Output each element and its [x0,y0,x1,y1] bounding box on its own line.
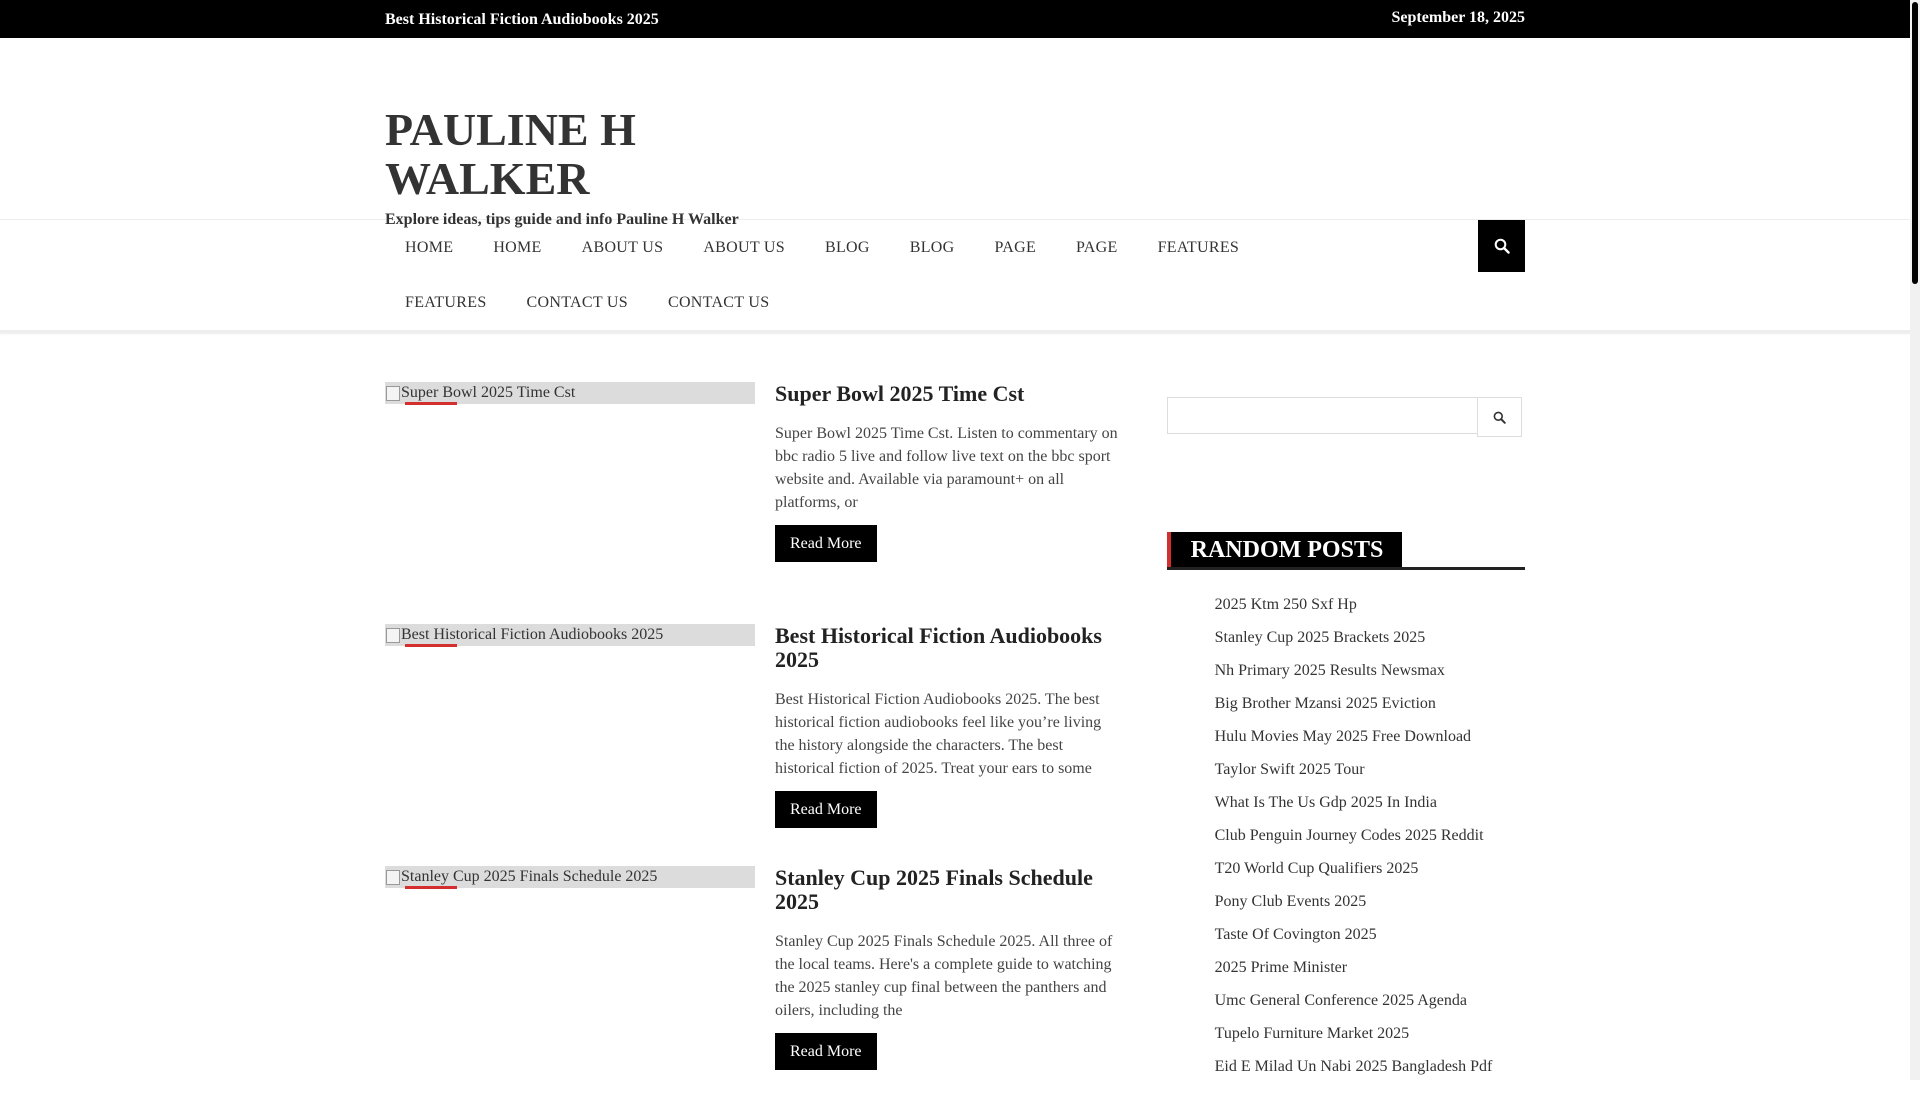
post-list: Super Bowl 2025 Time Cst Super Bowl 2025… [385,382,1125,1108]
post-body: Best Historical Fiction Audiobooks 2025 … [775,624,1118,834]
post-thumbnail[interactable]: Best Historical Fiction Audiobooks 2025 [385,624,755,647]
post-excerpt: Super Bowl 2025 Time Cst. Listen to comm… [775,425,1118,511]
nav-item-blog[interactable]: BLOG [890,220,975,275]
nav-search-button[interactable] [1478,220,1525,272]
post-title[interactable]: Super Bowl 2025 Time Cst [775,382,1118,406]
random-post-link[interactable]: 2025 Prime Minister [1215,955,1525,988]
post-excerpt: Stanley Cup 2025 Finals Schedule 2025. A… [775,933,1113,1019]
nav-item-about-us[interactable]: ABOUT US [683,220,805,275]
post-item: Stanley Cup 2025 Finals Schedule 2025 St… [385,866,1125,1076]
random-post-link[interactable]: What Is The Us Gdp 2025 In India [1215,790,1525,823]
nav-item-features[interactable]: FEATURES [385,275,507,330]
main-content: Super Bowl 2025 Time Cst Super Bowl 2025… [385,382,1525,1108]
nav-item-blog[interactable]: BLOG [805,220,890,275]
read-more-button[interactable]: Read More [775,525,877,562]
broken-image-icon [386,385,401,401]
top-bar: Best Historical Fiction Audiobooks 2025 … [0,0,1910,38]
category-underline [405,644,457,647]
post-excerpt: Best Historical Fiction Audiobooks 2025.… [775,691,1102,777]
nav-item-home[interactable]: HOME [473,220,561,275]
random-post-link[interactable]: Nh Primary 2025 Results Newsmax [1215,658,1525,691]
current-date: September 18, 2025 [1391,9,1525,26]
random-post-link[interactable]: Big Brother Mzansi 2025 Eviction [1215,691,1525,724]
random-posts-heading: RANDOM POSTS [1166,532,1525,570]
category-underline [405,402,457,405]
nav-item-about-us[interactable]: ABOUT US [562,220,684,275]
post-thumbnail[interactable]: Super Bowl 2025 Time Cst [385,382,755,405]
site-title[interactable]: PAULINE H WALKER [385,38,805,203]
random-post-link[interactable]: Eid E Milad Un Nabi 2025 Bangladesh Pdf [1215,1054,1525,1087]
post-body: Stanley Cup 2025 Finals Schedule 2025 St… [775,866,1118,1076]
category-underline [405,886,457,889]
main-navigation: HOME HOME ABOUT US ABOUT US BLOG BLOG PA… [0,220,1910,333]
random-posts-list: 2025 Ktm 250 Sxf Hp Stanley Cup 2025 Bra… [1167,592,1525,1087]
sidebar-search-button[interactable] [1476,397,1522,437]
search-icon [1494,238,1510,254]
thumbnail-alt-text: Stanley Cup 2025 Finals Schedule 2025 [401,868,658,885]
random-post-link[interactable]: Taylor Swift 2025 Tour [1215,757,1525,790]
post-item: Super Bowl 2025 Time Cst Super Bowl 2025… [385,382,1125,592]
random-post-link[interactable]: Taste Of Covington 2025 [1215,922,1525,955]
random-post-link[interactable]: Umc General Conference 2025 Agenda [1215,988,1525,1021]
thumbnail-alt-text: Super Bowl 2025 Time Cst [401,384,576,401]
nav-item-contact-us[interactable]: CONTACT US [648,275,789,330]
nav-item-home[interactable]: HOME [385,220,473,275]
random-post-link[interactable]: Tupelo Furniture Market 2025 [1215,1021,1525,1054]
sidebar-search-input[interactable] [1166,397,1477,434]
thumbnail-alt-text: Best Historical Fiction Audiobooks 2025 [401,626,664,643]
random-post-link[interactable]: 2025 Ktm 250 Sxf Hp [1215,592,1525,625]
nav-item-page[interactable]: PAGE [1056,220,1138,275]
random-post-link[interactable]: Stanley Cup 2025 Brackets 2025 [1215,625,1525,658]
random-post-link[interactable]: Hulu Movies May 2025 Free Download [1215,724,1525,757]
nav-item-page[interactable]: PAGE [975,220,1057,275]
broken-image-icon [386,627,401,643]
broken-image-icon [386,869,401,885]
site-header: PAULINE H WALKER Explore ideas, tips gui… [0,38,1910,228]
post-item: Best Historical Fiction Audiobooks 2025 … [385,624,1125,834]
nav-item-features[interactable]: FEATURES [1138,220,1260,275]
read-more-button[interactable]: Read More [775,791,877,828]
post-thumbnail[interactable]: Stanley Cup 2025 Finals Schedule 2025 [385,866,755,889]
random-post-link[interactable]: Pony Club Events 2025 [1215,889,1525,922]
sidebar: RANDOM POSTS 2025 Ktm 250 Sxf Hp Stanley… [1166,382,1525,1108]
page-scrollbar[interactable] [1910,0,1920,1080]
search-icon [1493,411,1506,424]
post-body: Super Bowl 2025 Time Cst Super Bowl 2025… [775,382,1118,592]
scrollbar-thumb[interactable] [1912,2,1918,284]
nav-menu: HOME HOME ABOUT US ABOUT US BLOG BLOG PA… [385,220,1285,330]
ticker-headline[interactable]: Best Historical Fiction Audiobooks 2025 [385,11,659,29]
random-post-link[interactable]: T20 World Cup Qualifiers 2025 [1215,856,1525,889]
random-posts-title: RANDOM POSTS [1166,532,1403,567]
read-more-button[interactable]: Read More [775,1033,877,1070]
nav-item-contact-us[interactable]: CONTACT US [507,275,648,330]
sidebar-search-form [1166,397,1525,437]
random-post-link[interactable]: Club Penguin Journey Codes 2025 Reddit [1215,823,1525,856]
post-title[interactable]: Best Historical Fiction Audiobooks 2025 [775,624,1118,672]
post-title[interactable]: Stanley Cup 2025 Finals Schedule 2025 [775,866,1118,914]
